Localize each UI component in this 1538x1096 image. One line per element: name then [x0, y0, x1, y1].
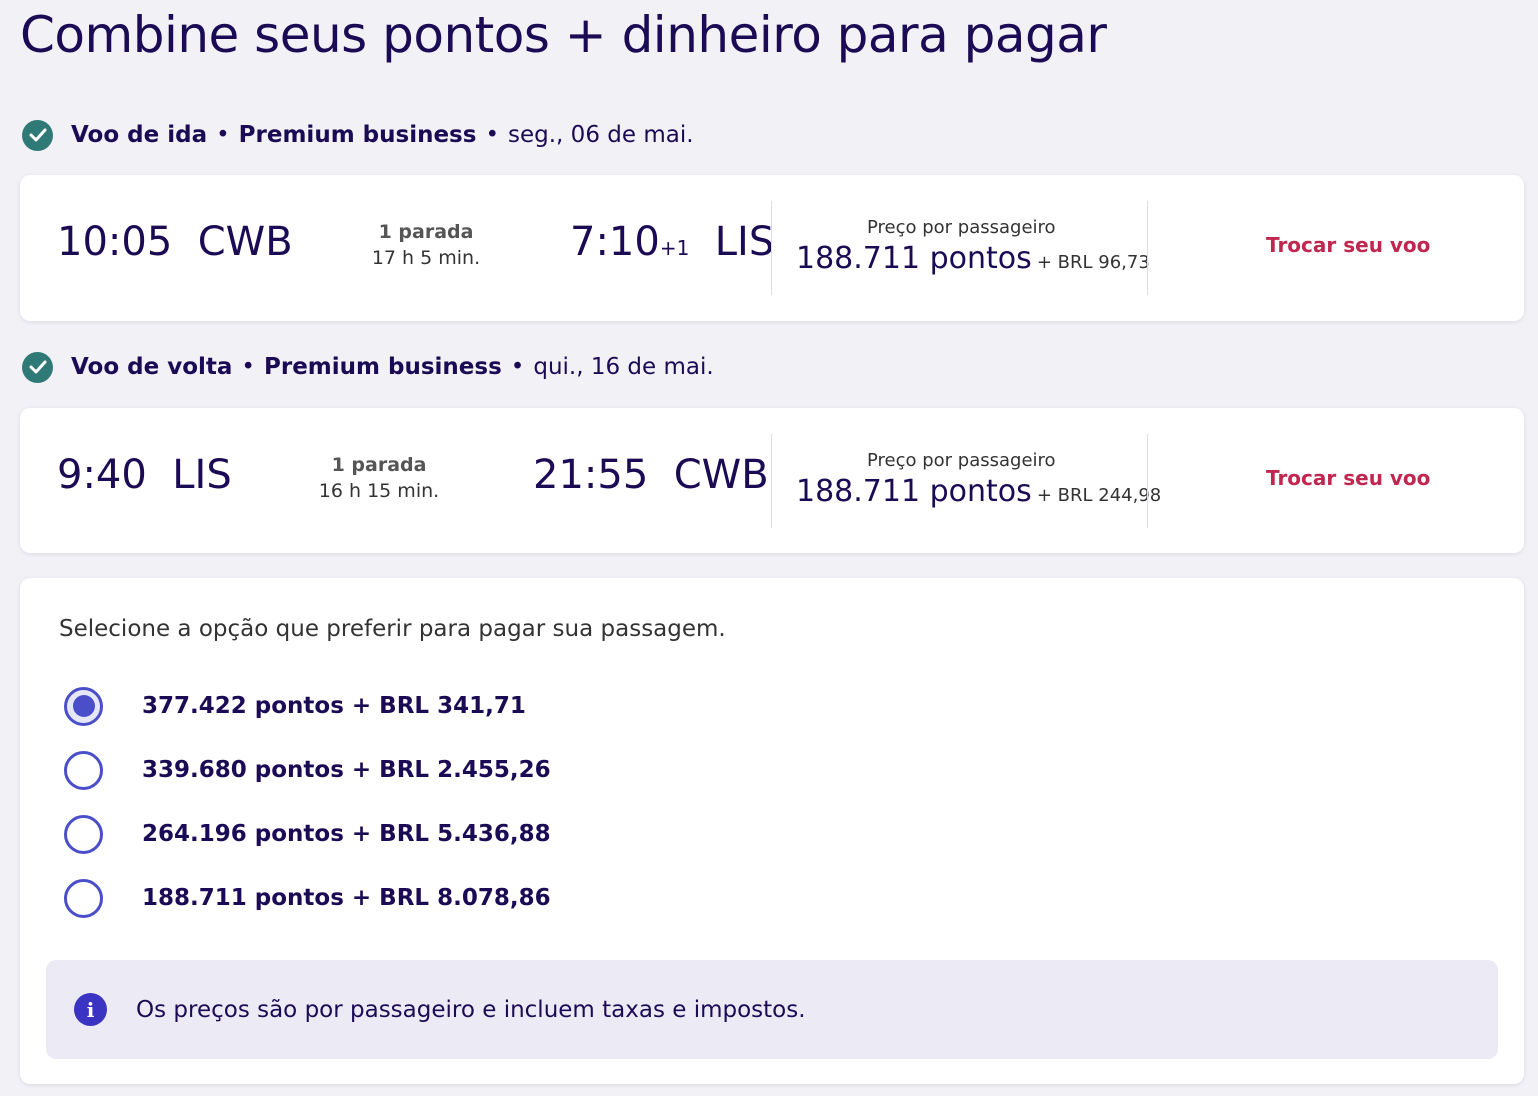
stops-info: 1 parada 17 h 5 min.: [346, 219, 506, 271]
check-circle-icon: [22, 351, 53, 383]
outbound-header: Voo de ida • Premium business • seg., 06…: [22, 118, 694, 152]
arrival-airport: CWB: [673, 452, 769, 498]
change-flight-link[interactable]: Trocar seu voo: [1266, 233, 1430, 257]
payment-option-label: 339.680 pontos + BRL 2.455,26: [142, 757, 551, 783]
divider: [771, 201, 772, 295]
segment-cabin: Premium business: [238, 122, 477, 148]
price-cash: + BRL 96,73: [1036, 252, 1150, 273]
arrival: 7:10+1 LIS: [570, 219, 774, 265]
stops-count: 1 parada: [331, 454, 427, 476]
price-label: Preço por passageiro: [867, 217, 1056, 238]
departure-airport: LIS: [172, 452, 232, 498]
price-label: Preço por passageiro: [867, 450, 1056, 471]
payment-option-label: 264.196 pontos + BRL 5.436,88: [142, 821, 551, 847]
segment-date: qui., 16 de mai.: [533, 354, 714, 380]
payment-option[interactable]: 339.680 pontos + BRL 2.455,26: [64, 750, 551, 790]
segment-cabin: Premium business: [264, 354, 502, 380]
payment-instruction: Selecione a opção que preferir para paga…: [59, 616, 726, 642]
payment-option-label: 377.422 pontos + BRL 341,71: [142, 693, 526, 719]
price-value: 188.711 pontos + BRL 244,98: [796, 474, 1161, 509]
divider: [1147, 201, 1148, 295]
price-cash: + BRL 244,98: [1036, 485, 1162, 506]
check-circle-icon: [22, 119, 53, 151]
payment-option-label: 188.711 pontos + BRL 8.078,86: [142, 885, 551, 911]
flight-duration: 17 h 5 min.: [371, 247, 481, 269]
page-title: Combine seus pontos + dinheiro para paga…: [20, 6, 1107, 64]
payment-option[interactable]: 377.422 pontos + BRL 341,71: [64, 686, 526, 726]
day-offset: +1: [659, 236, 690, 260]
price-value: 188.711 pontos + BRL 96,73: [796, 241, 1150, 276]
return-flight-card: 9:40 LIS 1 parada 16 h 15 min. 21:55 CWB…: [20, 408, 1524, 553]
flight-duration: 16 h 15 min.: [318, 480, 440, 502]
departure-airport: CWB: [197, 219, 293, 265]
departure: 10:05 CWB: [57, 219, 293, 265]
divider: [771, 434, 772, 528]
payment-option[interactable]: 264.196 pontos + BRL 5.436,88: [64, 814, 551, 854]
arrival-time: 7:10: [570, 219, 660, 265]
radio-button[interactable]: [64, 750, 103, 790]
info-notice: i Os preços são por passageiro e incluem…: [46, 960, 1498, 1059]
arrival: 21:55 CWB: [533, 452, 769, 498]
segment-direction: Voo de ida: [71, 122, 208, 148]
departure-time: 10:05: [57, 219, 173, 265]
return-header: Voo de volta • Premium business • qui., …: [22, 350, 714, 384]
change-flight-link[interactable]: Trocar seu voo: [1266, 466, 1430, 490]
segment-direction: Voo de volta: [71, 354, 233, 380]
arrival-time: 21:55: [533, 452, 649, 498]
radio-button[interactable]: [64, 878, 103, 918]
outbound-flight-card: 10:05 CWB 1 parada 17 h 5 min. 7:10+1 LI…: [20, 175, 1524, 321]
payment-option[interactable]: 188.711 pontos + BRL 8.078,86: [64, 878, 551, 918]
segment-date: seg., 06 de mai.: [508, 122, 694, 148]
radio-button[interactable]: [64, 814, 103, 854]
payment-options-card: Selecione a opção que preferir para paga…: [20, 578, 1524, 1084]
stops-count: 1 parada: [378, 221, 474, 243]
arrival-airport: LIS: [714, 219, 775, 265]
radio-button-selected[interactable]: [64, 686, 103, 726]
departure: 9:40 LIS: [57, 452, 232, 498]
stops-info: 1 parada 16 h 15 min.: [299, 452, 459, 504]
price-points: 188.711 pontos: [796, 474, 1032, 509]
departure-time: 9:40: [57, 452, 147, 498]
info-icon: i: [74, 993, 107, 1026]
info-text: Os preços são por passageiro e incluem t…: [136, 996, 806, 1023]
divider: [1147, 434, 1148, 528]
price-points: 188.711 pontos: [796, 241, 1032, 276]
